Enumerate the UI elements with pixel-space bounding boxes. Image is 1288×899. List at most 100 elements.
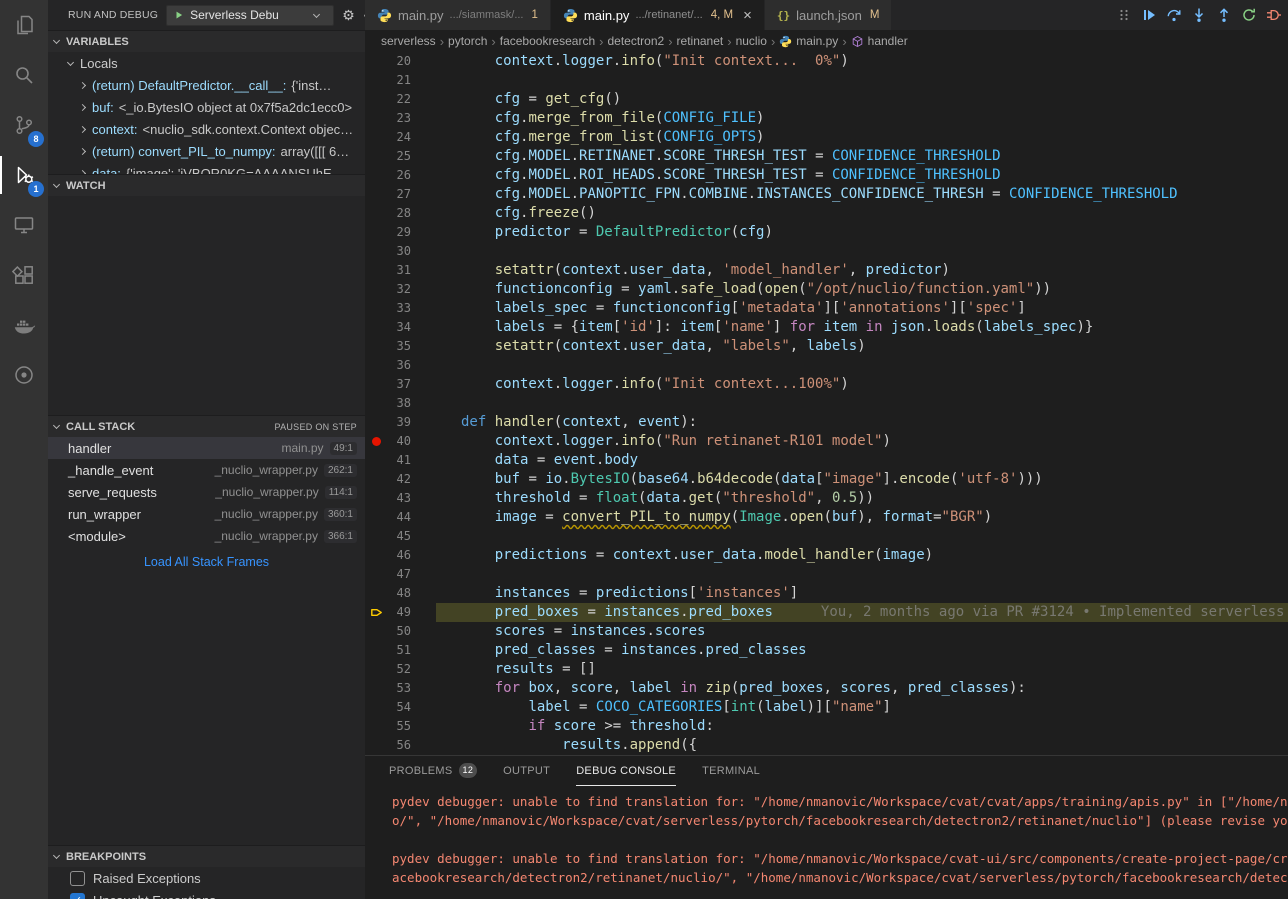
glyph-margin[interactable] — [365, 185, 387, 204]
watch-section-header[interactable]: WATCH — [48, 174, 365, 196]
more-actions-icon[interactable]: ⋯ — [363, 8, 365, 22]
gutter[interactable]: 26 — [365, 166, 436, 185]
gutter[interactable]: 48 — [365, 584, 436, 603]
gutter[interactable]: 41 — [365, 451, 436, 470]
close-icon[interactable]: × — [743, 8, 752, 23]
gutter[interactable]: 32 — [365, 280, 436, 299]
gutter[interactable]: 44 — [365, 508, 436, 527]
gutter[interactable]: 36 — [365, 356, 436, 375]
breakpoint-checkbox[interactable] — [70, 871, 85, 886]
glyph-margin[interactable] — [365, 337, 387, 356]
glyph-margin[interactable] — [365, 204, 387, 223]
variables-section-header[interactable]: VARIABLES — [48, 30, 365, 52]
gutter[interactable]: 34 — [365, 318, 436, 337]
glyph-margin[interactable] — [365, 527, 387, 546]
gutter[interactable]: 27 — [365, 185, 436, 204]
glyph-margin[interactable] — [365, 698, 387, 717]
breadcrumb-item[interactable]: retinanet — [677, 34, 724, 48]
glyph-margin[interactable] — [365, 470, 387, 489]
glyph-margin[interactable] — [365, 166, 387, 185]
glyph-margin[interactable] — [365, 508, 387, 527]
glyph-margin[interactable] — [365, 109, 387, 128]
glyph-margin[interactable] — [365, 299, 387, 318]
gutter[interactable]: 45 — [365, 527, 436, 546]
variables-scope-locals[interactable]: Locals — [48, 52, 365, 74]
glyph-margin[interactable] — [365, 261, 387, 280]
gutter[interactable]: 23 — [365, 109, 436, 128]
gutter[interactable]: 29 — [365, 223, 436, 242]
glyph-margin[interactable] — [365, 736, 387, 755]
debug-config-dropdown[interactable]: Serverless Debu — [166, 5, 334, 26]
gutter[interactable]: 21 — [365, 71, 436, 90]
disconnect-button[interactable] — [1261, 3, 1286, 28]
step-out-button[interactable] — [1211, 3, 1236, 28]
glyph-margin[interactable] — [365, 128, 387, 147]
stack-frame[interactable]: <module>_nuclio_wrapper.py366:1 — [48, 525, 365, 547]
gutter[interactable]: 47 — [365, 565, 436, 584]
activity-item-search[interactable] — [0, 50, 48, 100]
glyph-margin[interactable] — [365, 394, 387, 413]
gutter[interactable]: 43 — [365, 489, 436, 508]
gutter[interactable]: 37 — [365, 375, 436, 394]
breakpoint-icon[interactable] — [365, 432, 387, 451]
editor-tab-2[interactable]: main.py.../retinanet/...4, M× — [551, 0, 765, 30]
restart-button[interactable] — [1236, 3, 1261, 28]
variable-item[interactable]: context:<nuclio_sdk.context.Context obje… — [48, 118, 365, 140]
editor-tab-1[interactable]: main.py.../siammask/...1 — [365, 0, 551, 30]
stack-frame[interactable]: handlermain.py49:1 — [48, 437, 365, 459]
glyph-margin[interactable] — [365, 717, 387, 736]
gutter[interactable]: 25 — [365, 147, 436, 166]
toolbar-drag-handle[interactable] — [1111, 3, 1136, 28]
activity-item-target[interactable] — [0, 350, 48, 400]
gutter[interactable]: 20 — [365, 52, 436, 71]
activity-item-extensions[interactable] — [0, 250, 48, 300]
variable-item[interactable]: buf:<_io.BytesIO object at 0x7f5a2dc1ecc… — [48, 96, 365, 118]
stack-frame[interactable]: serve_requests_nuclio_wrapper.py114:1 — [48, 481, 365, 503]
glyph-margin[interactable] — [365, 413, 387, 432]
glyph-margin[interactable] — [365, 280, 387, 299]
glyph-margin[interactable] — [365, 147, 387, 166]
variable-item[interactable]: (return) convert_PIL_to_numpy:array([[[ … — [48, 140, 365, 162]
call-stack-section-header[interactable]: CALL STACK PAUSED ON STEP — [48, 415, 365, 437]
glyph-margin[interactable] — [365, 622, 387, 641]
panel-tab-output[interactable]: OUTPUT — [503, 756, 550, 786]
gutter[interactable]: 40 — [365, 432, 436, 451]
load-all-stack-frames-link[interactable]: Load All Stack Frames — [48, 555, 365, 569]
gutter[interactable]: 51 — [365, 641, 436, 660]
stack-frame[interactable]: _handle_event_nuclio_wrapper.py262:1 — [48, 459, 365, 481]
glyph-margin[interactable] — [365, 641, 387, 660]
breadcrumb-item[interactable]: detectron2 — [607, 34, 664, 48]
breadcrumb-item[interactable]: handler — [851, 34, 908, 48]
glyph-margin[interactable] — [365, 318, 387, 337]
glyph-margin[interactable] — [365, 223, 387, 242]
glyph-margin[interactable] — [365, 356, 387, 375]
gutter[interactable]: 39 — [365, 413, 436, 432]
gutter[interactable]: 24 — [365, 128, 436, 147]
gutter[interactable]: 30 — [365, 242, 436, 261]
gear-icon[interactable]: ⚙ — [342, 8, 355, 22]
breadcrumb-item[interactable]: serverless — [381, 34, 436, 48]
glyph-margin[interactable] — [365, 565, 387, 584]
debug-start-icon[interactable] — [174, 10, 184, 20]
gutter[interactable]: 56 — [365, 736, 436, 755]
activity-item-explorer[interactable] — [0, 0, 48, 50]
glyph-margin[interactable] — [365, 71, 387, 90]
gutter[interactable]: 49 — [365, 603, 436, 622]
activity-item-source-control[interactable]: 8 — [0, 100, 48, 150]
gutter[interactable]: 42 — [365, 470, 436, 489]
breadcrumb-item[interactable]: facebookresearch — [500, 34, 595, 48]
gutter[interactable]: 52 — [365, 660, 436, 679]
glyph-margin[interactable] — [365, 451, 387, 470]
breakpoint-item[interactable]: Uncaught Exceptions — [48, 889, 365, 899]
breadcrumb-item[interactable]: nuclio — [736, 34, 767, 48]
panel-tab-debug-console[interactable]: DEBUG CONSOLE — [576, 756, 676, 786]
editor-tab-3[interactable]: {}launch.jsonM — [765, 0, 893, 30]
glyph-margin[interactable] — [365, 546, 387, 565]
gutter[interactable]: 35 — [365, 337, 436, 356]
glyph-margin[interactable] — [365, 489, 387, 508]
glyph-margin[interactable] — [365, 375, 387, 394]
activity-item-remote-explorer[interactable] — [0, 200, 48, 250]
glyph-margin[interactable] — [365, 52, 387, 71]
stack-frame[interactable]: run_wrapper_nuclio_wrapper.py360:1 — [48, 503, 365, 525]
activity-item-run-and-debug[interactable]: 1 — [0, 150, 48, 200]
